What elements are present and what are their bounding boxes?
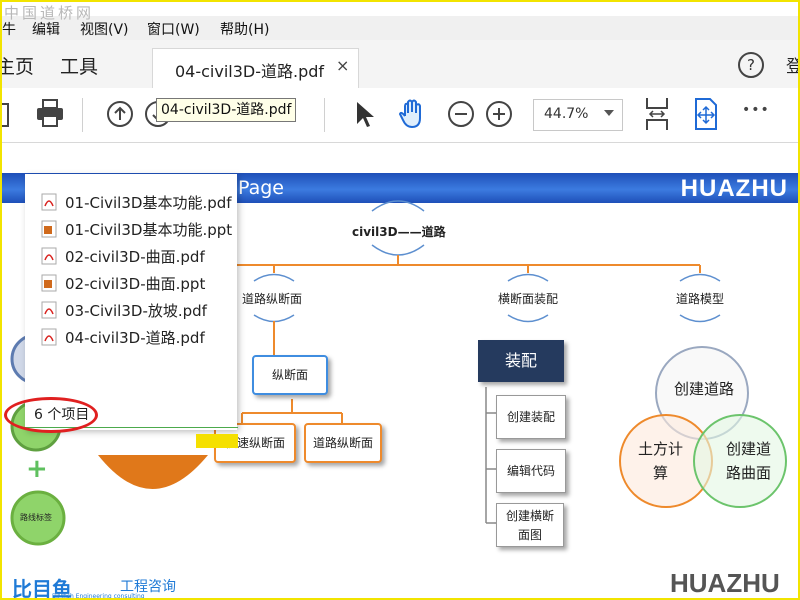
branch-road-model: 道路模型 xyxy=(676,292,725,306)
tab-document[interactable]: 04-civil3D-道路.pdf × xyxy=(152,48,359,89)
file-list-popup: 01-Civil3D基本功能.pdf 01-Civil3D基本功能.ppt 02… xyxy=(25,174,237,430)
huazhu-footer-logo: HUAZHU xyxy=(670,568,780,598)
file-item-name: 01-Civil3D基本功能.pdf xyxy=(65,194,232,212)
file-item-name: 03-Civil3D-放坡.pdf xyxy=(65,302,207,320)
file-item[interactable]: 01-Civil3D基本功能.ppt xyxy=(41,219,232,241)
pdf-file-icon xyxy=(41,328,57,346)
node-create-assembly: 创建装配 xyxy=(496,395,566,439)
pdf-file-icon xyxy=(41,247,57,265)
fit-page-icon[interactable] xyxy=(644,96,670,132)
file-item[interactable]: 02-civil3D-曲面.pdf xyxy=(41,246,205,268)
tab-bar: 主页 工具 04-civil3D-道路.pdf × ? 登 xyxy=(2,40,798,89)
node-create-section-line2: 面图 xyxy=(517,528,542,542)
route-label-text: 路线标签 xyxy=(20,513,52,522)
highlight-bar xyxy=(196,434,238,448)
venn-road-surface-line1: 创建道 xyxy=(726,440,772,458)
branch-assembly: 横断面装配 xyxy=(498,292,559,306)
file-item-name: 01-Civil3D基本功能.ppt xyxy=(65,221,233,239)
tab-close-icon[interactable]: × xyxy=(336,56,349,75)
node-profile-label: 纵断面 xyxy=(271,368,308,382)
venn-road-surface-line2: 路曲面 xyxy=(726,464,772,482)
node-road-profile: 道路纵断面 xyxy=(304,423,382,463)
tooltip: 04-civil3D-道路.pdf xyxy=(156,98,297,122)
hand-tool-icon[interactable] xyxy=(398,98,428,130)
venn-create-road: 创建道路 xyxy=(674,380,735,398)
tab-tools[interactable]: 工具 xyxy=(60,52,98,79)
file-item-name: 04-civil3D-道路.pdf xyxy=(65,329,205,347)
venn-earthwork-line1: 土方计 xyxy=(638,440,684,458)
help-icon[interactable]: ? xyxy=(738,52,764,78)
chevron-down-icon xyxy=(604,110,614,116)
window-frame: 中国道桥网 牛 编辑 视图(V) 窗口(W) 帮助(H) 主页 工具 04-ci… xyxy=(0,0,800,600)
node-create-assembly-label: 创建装配 xyxy=(506,410,555,424)
zoom-dropdown[interactable]: 44.7% xyxy=(533,99,623,131)
zoom-value: 44.7% xyxy=(544,106,589,122)
root-title: civil3D——道路 xyxy=(352,225,446,239)
tab-document-title: 04-civil3D-道路.pdf xyxy=(175,62,325,81)
zoom-out-icon[interactable] xyxy=(446,99,476,129)
menu-window[interactable]: 窗口(W) xyxy=(147,19,200,39)
file-item[interactable]: 03-Civil3D-放坡.pdf xyxy=(41,300,207,322)
sign-in-button[interactable]: 登 xyxy=(786,52,798,77)
file-item-name: 02-civil3D-曲面.pdf xyxy=(65,248,205,266)
highlight-circle xyxy=(4,397,98,433)
menu-help[interactable]: 帮助(H) xyxy=(220,19,269,39)
node-edit-code-label: 编辑代码 xyxy=(506,464,555,478)
watermark-text: 中国道桥网 xyxy=(4,4,95,22)
bimfish-english: BIMfish Engineering consulting xyxy=(52,593,145,600)
pdf-file-icon xyxy=(41,301,57,319)
file-item[interactable]: 02-civil3D-曲面.ppt xyxy=(41,273,205,295)
node-profile: 纵断面 xyxy=(252,355,328,395)
file-item[interactable]: 04-civil3D-道路.pdf xyxy=(41,327,205,349)
ppt-file-icon xyxy=(41,274,57,292)
node-create-section: 创建横断 面图 xyxy=(496,503,564,547)
branch-road-profile: 道路纵断面 xyxy=(242,292,303,306)
page-up-icon[interactable] xyxy=(105,99,135,129)
toolbar: 44.7% ••• xyxy=(2,88,798,143)
file-item-name: 02-civil3D-曲面.ppt xyxy=(65,275,206,293)
toolbar-separator xyxy=(82,98,83,132)
venn-earthwork: 土方计 算 xyxy=(638,437,683,485)
node-create-section-line1: 创建横断 xyxy=(505,509,554,523)
node-assembly-label: 装配 xyxy=(504,351,537,370)
menu-bar: 牛 编辑 视图(V) 窗口(W) 帮助(H) xyxy=(2,16,798,40)
file-item[interactable]: 01-Civil3D基本功能.pdf xyxy=(41,192,232,214)
toolbar-separator xyxy=(324,98,325,132)
node-road-profile-label: 道路纵断面 xyxy=(312,436,373,450)
print-icon[interactable] xyxy=(35,98,65,128)
save-icon[interactable] xyxy=(0,98,14,128)
node-edit-code: 编辑代码 xyxy=(496,449,566,493)
zoom-in-icon[interactable] xyxy=(484,99,514,129)
full-screen-icon[interactable] xyxy=(692,97,720,131)
more-options-icon[interactable]: ••• xyxy=(742,102,770,118)
venn-road-surface: 创建道 路曲面 xyxy=(726,437,771,485)
select-cursor-icon[interactable] xyxy=(354,100,376,130)
node-assembly-header: 装配 xyxy=(478,340,564,382)
venn-earthwork-line2: 算 xyxy=(653,464,669,482)
tab-home[interactable]: 主页 xyxy=(2,52,34,79)
ppt-file-icon xyxy=(41,220,57,238)
plus-icon: + xyxy=(26,454,48,484)
pdf-file-icon xyxy=(41,193,57,211)
